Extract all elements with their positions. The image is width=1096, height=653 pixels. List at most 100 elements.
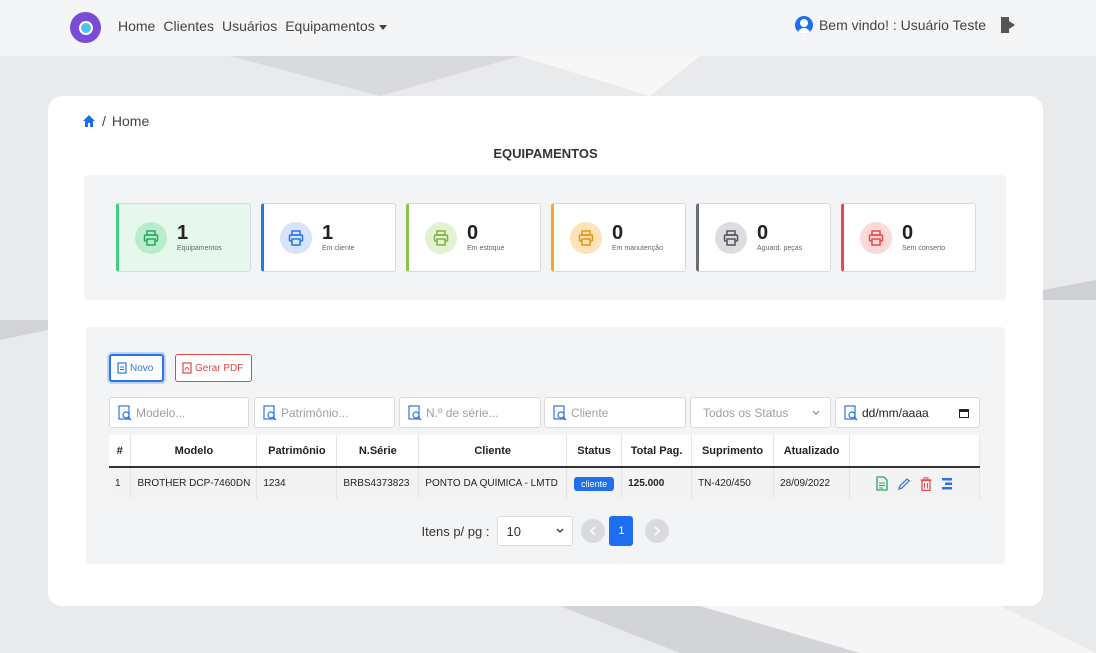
stat-label: Em cliente <box>322 245 355 252</box>
patrimonio-placeholder: Patrimônio... <box>281 405 349 420</box>
col-header[interactable]: Atualizado <box>773 435 850 468</box>
per-page-value: 10 <box>506 523 521 539</box>
cliente-placeholder: Cliente <box>571 405 609 420</box>
nav-equipamentos-dropdown[interactable]: Equipamentos <box>285 18 387 34</box>
stat-em-manutencao[interactable]: 0 Em manutenção <box>551 203 686 272</box>
pagination: Itens p/ pg : 10 1 <box>86 516 1005 546</box>
search-file-icon <box>553 404 567 420</box>
welcome-text: Bem vindo! : Usuário Teste <box>818 17 986 33</box>
chevron-left-icon <box>590 526 596 536</box>
stat-em-cliente[interactable]: 1 Em cliente <box>261 203 396 272</box>
nav-home[interactable]: Home <box>118 18 155 34</box>
printer-icon <box>280 221 312 254</box>
prev-page-button[interactable] <box>581 519 606 543</box>
pdf-icon <box>182 362 192 374</box>
col-header[interactable]: Status <box>566 435 623 468</box>
status-select-value: Todos os Status <box>703 405 789 420</box>
stat-value: 0 <box>612 222 624 244</box>
equipment-list-panel: Novo Gerar PDF Modelo... Patrimônio... N… <box>86 327 1005 564</box>
printer-icon <box>715 221 747 254</box>
serie-placeholder: N.º de série... <box>426 405 499 420</box>
novo-button[interactable]: Novo <box>109 354 164 382</box>
table-header-row: # Modelo Patrimônio N.Série Cliente Stat… <box>109 435 981 468</box>
col-header <box>849 435 981 468</box>
view-document-icon[interactable] <box>876 476 888 491</box>
col-header[interactable]: Patrimônio <box>256 435 338 468</box>
breadcrumb-current: Home <box>111 113 150 129</box>
date-placeholder: dd/mm/aaaa <box>862 405 929 420</box>
top-navbar: Home Clientes Usuários Equipamentos Bem … <box>0 0 1096 56</box>
trash-icon[interactable] <box>920 476 932 491</box>
stat-label: Em estoque <box>467 245 505 252</box>
stat-value: 0 <box>757 222 769 244</box>
search-file-icon <box>844 404 858 420</box>
col-header: # <box>109 435 132 468</box>
cell-actions <box>849 467 981 499</box>
printer-icon <box>860 221 892 254</box>
cell-atualizado: 28/09/2022 <box>773 467 850 499</box>
app-logo[interactable] <box>70 12 101 43</box>
status-filter-select[interactable]: Todos os Status <box>690 397 831 428</box>
col-header[interactable]: Cliente <box>418 435 568 468</box>
col-header[interactable]: Suprimento <box>691 435 775 468</box>
chevron-down-icon <box>812 410 820 415</box>
col-header[interactable]: Modelo <box>130 435 258 468</box>
date-filter-input[interactable]: dd/mm/aaaa <box>835 397 980 428</box>
search-file-icon <box>408 404 422 420</box>
stat-value: 0 <box>902 222 914 244</box>
cell-patrimonio: 1234 <box>256 467 338 499</box>
file-icon <box>117 362 127 374</box>
cell-status: cliente <box>566 467 623 499</box>
caret-down-icon <box>378 24 387 30</box>
gerar-pdf-button[interactable]: Gerar PDF <box>175 354 252 382</box>
modelo-filter-input[interactable]: Modelo... <box>109 397 249 428</box>
gerar-pdf-label: Gerar PDF <box>195 362 244 374</box>
patrimonio-filter-input[interactable]: Patrimônio... <box>254 397 395 428</box>
search-file-icon <box>263 404 277 420</box>
cell-modelo: BROTHER DCP-7460DN <box>130 467 258 499</box>
current-page-button[interactable]: 1 <box>609 516 634 546</box>
cell-total-pag: 125.000 <box>621 467 693 499</box>
equipment-table: # Modelo Patrimônio N.Série Cliente Stat… <box>109 435 981 499</box>
cell-index: 1 <box>109 467 132 499</box>
chevron-right-icon <box>654 526 661 536</box>
breadcrumb-separator: / <box>102 113 106 129</box>
table-row[interactable]: 1 BROTHER DCP-7460DN 1234 BRBS4373823 PO… <box>109 467 981 499</box>
nav-usuarios[interactable]: Usuários <box>222 18 277 34</box>
stat-equipamentos[interactable]: 1 Equipamentos <box>116 203 251 272</box>
nav-clientes[interactable]: Clientes <box>163 18 214 34</box>
home-icon[interactable] <box>82 114 96 128</box>
cliente-filter-input[interactable]: Cliente <box>544 397 686 428</box>
calendar-icon[interactable] <box>959 408 969 418</box>
next-page-button[interactable] <box>645 519 670 543</box>
novo-label: Novo <box>130 362 154 374</box>
stat-value: 0 <box>467 222 479 244</box>
col-header[interactable]: N.Série <box>336 435 420 468</box>
cell-cliente: PONTO DA QUIMICA - LMTD <box>418 467 568 499</box>
stat-sem-conserto[interactable]: 0 Sem conserto <box>841 203 976 272</box>
breadcrumb: / Home <box>82 113 149 129</box>
stat-aguard-pecas[interactable]: 0 Aguard. peças <box>696 203 831 272</box>
stats-panel: 1 Equipamentos 1 Em cliente 0 Em estoque 0E… <box>84 175 1006 300</box>
printer-icon <box>570 221 602 254</box>
cell-suprimento: TN-420/450 <box>691 467 775 499</box>
user-avatar-icon <box>794 16 813 34</box>
page-title: EQUIPAMENTOS <box>493 146 598 161</box>
printer-icon <box>425 221 457 254</box>
main-card: / Home EQUIPAMENTOS 1 Equipamentos 1 Em cl… <box>48 96 1043 606</box>
serie-filter-input[interactable]: N.º de série... <box>399 397 541 428</box>
stat-label: Aguard. peças <box>757 245 803 252</box>
printer-icon <box>135 221 167 254</box>
edit-pencil-icon[interactable] <box>897 477 911 491</box>
stat-label: Em manutenção <box>612 245 663 252</box>
status-badge: cliente <box>574 476 615 491</box>
cell-serie: BRBS4373823 <box>336 467 420 499</box>
logout-icon[interactable] <box>1000 16 1016 34</box>
search-file-icon <box>118 404 132 420</box>
details-list-icon[interactable] <box>941 477 953 491</box>
stat-em-estoque[interactable]: 0 Em estoque <box>406 203 541 272</box>
items-per-page-select[interactable]: 10 <box>497 516 574 546</box>
col-header[interactable]: Total Pag. <box>621 435 693 468</box>
stat-value: 1 <box>322 222 334 244</box>
stat-value: 1 <box>177 222 189 244</box>
